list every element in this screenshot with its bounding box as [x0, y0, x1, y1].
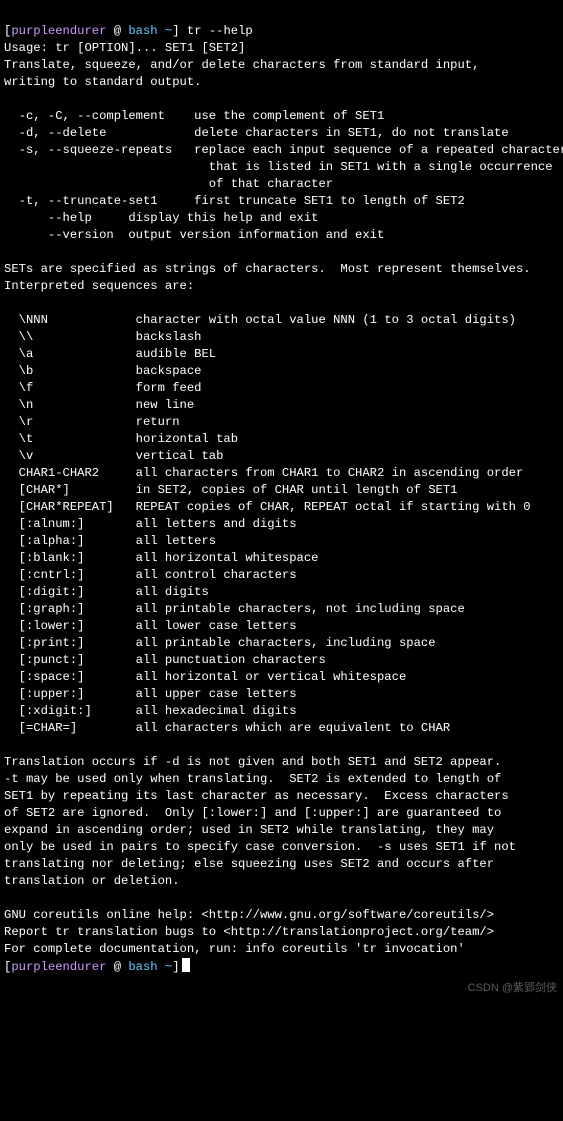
- output-opt-t: -t, --truncate-set1 first truncate SET1 …: [4, 194, 465, 208]
- output-seq-a: \a audible BEL: [4, 347, 216, 361]
- prompt-separator: @: [106, 24, 128, 38]
- output-para-3: SET1 by repeating its last character as …: [4, 789, 509, 803]
- output-seq-t: \t horizontal tab: [4, 432, 238, 446]
- output-seq-alpha: [:alpha:] all letters: [4, 534, 216, 548]
- prompt-shell-path: bash ~: [128, 24, 172, 38]
- output-usage: Usage: tr [OPTION]... SET1 [SET2]: [4, 41, 245, 55]
- watermark-text: CSDN @紫郢剑侠: [468, 980, 557, 997]
- output-desc-2: writing to standard output.: [4, 75, 201, 89]
- output-seq-repeat: [CHAR*REPEAT] REPEAT copies of CHAR, REP…: [4, 500, 531, 514]
- output-seq-cntrl: [:cntrl:] all control characters: [4, 568, 297, 582]
- output-seq-f: \f form feed: [4, 381, 201, 395]
- output-para-5: expand in ascending order; used in SET2 …: [4, 823, 494, 837]
- prompt-user-host: purpleendurer: [11, 960, 106, 974]
- output-footer-3: For complete documentation, run: info co…: [4, 942, 465, 956]
- output-seq-alnum: [:alnum:] all letters and digits: [4, 517, 297, 531]
- output-opt-d: -d, --delete delete characters in SET1, …: [4, 126, 509, 140]
- output-desc-1: Translate, squeeze, and/or delete charac…: [4, 58, 479, 72]
- prompt-close-bracket: ]: [172, 24, 179, 38]
- output-opt-version: --version output version information and…: [4, 228, 384, 242]
- output-seq-digit: [:digit:] all digits: [4, 585, 209, 599]
- prompt-shell-path: bash ~: [128, 960, 172, 974]
- output-seq-v: \v vertical tab: [4, 449, 223, 463]
- output-footer-2: Report tr translation bugs to <http://tr…: [4, 925, 494, 939]
- prompt-line-1: [purpleendurer @ bash ~] tr --help: [4, 24, 253, 38]
- output-sets-intro-1: SETs are specified as strings of charact…: [4, 262, 531, 276]
- output-para-8: translation or deletion.: [4, 874, 180, 888]
- output-opt-s1: -s, --squeeze-repeats replace each input…: [4, 143, 563, 157]
- terminal-output[interactable]: [purpleendurer @ bash ~] tr --help Usage…: [0, 0, 563, 1003]
- output-opt-s3: of that character: [4, 177, 333, 191]
- prompt-separator: @: [106, 960, 128, 974]
- command-text: tr --help: [180, 24, 253, 38]
- output-seq-xdigit: [:xdigit:] all hexadecimal digits: [4, 704, 297, 718]
- output-seq-r: \r return: [4, 415, 180, 429]
- output-seq-space: [:space:] all horizontal or vertical whi…: [4, 670, 406, 684]
- output-seq-graph: [:graph:] all printable characters, not …: [4, 602, 465, 616]
- output-seq-upper: [:upper:] all upper case letters: [4, 687, 297, 701]
- output-seq-backslash: \\ backslash: [4, 330, 201, 344]
- output-para-1: Translation occurs if -d is not given an…: [4, 755, 501, 769]
- output-seq-equiv: [=CHAR=] all characters which are equiva…: [4, 721, 450, 735]
- output-para-4: of SET2 are ignored. Only [:lower:] and …: [4, 806, 501, 820]
- output-opt-s2: that is listed in SET1 with a single occ…: [4, 160, 553, 174]
- output-para-6: only be used in pairs to specify case co…: [4, 840, 516, 854]
- output-seq-range: CHAR1-CHAR2 all characters from CHAR1 to…: [4, 466, 523, 480]
- cursor-icon: [182, 958, 190, 972]
- output-seq-punct: [:punct:] all punctuation characters: [4, 653, 326, 667]
- output-para-7: translating nor deleting; else squeezing…: [4, 857, 494, 871]
- output-seq-lower: [:lower:] all lower case letters: [4, 619, 297, 633]
- output-seq-n: \n new line: [4, 398, 194, 412]
- output-opt-help: --help display this help and exit: [4, 211, 319, 225]
- output-seq-b: \b backspace: [4, 364, 201, 378]
- output-seq-star: [CHAR*] in SET2, copies of CHAR until le…: [4, 483, 457, 497]
- output-seq-blank: [:blank:] all horizontal whitespace: [4, 551, 319, 565]
- output-footer-1: GNU coreutils online help: <http://www.g…: [4, 908, 494, 922]
- prompt-user-host: purpleendurer: [11, 24, 106, 38]
- output-para-2: -t may be used only when translating. SE…: [4, 772, 501, 786]
- output-sets-intro-2: Interpreted sequences are:: [4, 279, 194, 293]
- output-seq-print: [:print:] all printable characters, incl…: [4, 636, 436, 650]
- prompt-line-2[interactable]: [purpleendurer @ bash ~]: [4, 960, 190, 974]
- output-seq-nnn: \NNN character with octal value NNN (1 t…: [4, 313, 516, 327]
- prompt-close-bracket: ]: [172, 960, 179, 974]
- output-opt-c: -c, -C, --complement use the complement …: [4, 109, 384, 123]
